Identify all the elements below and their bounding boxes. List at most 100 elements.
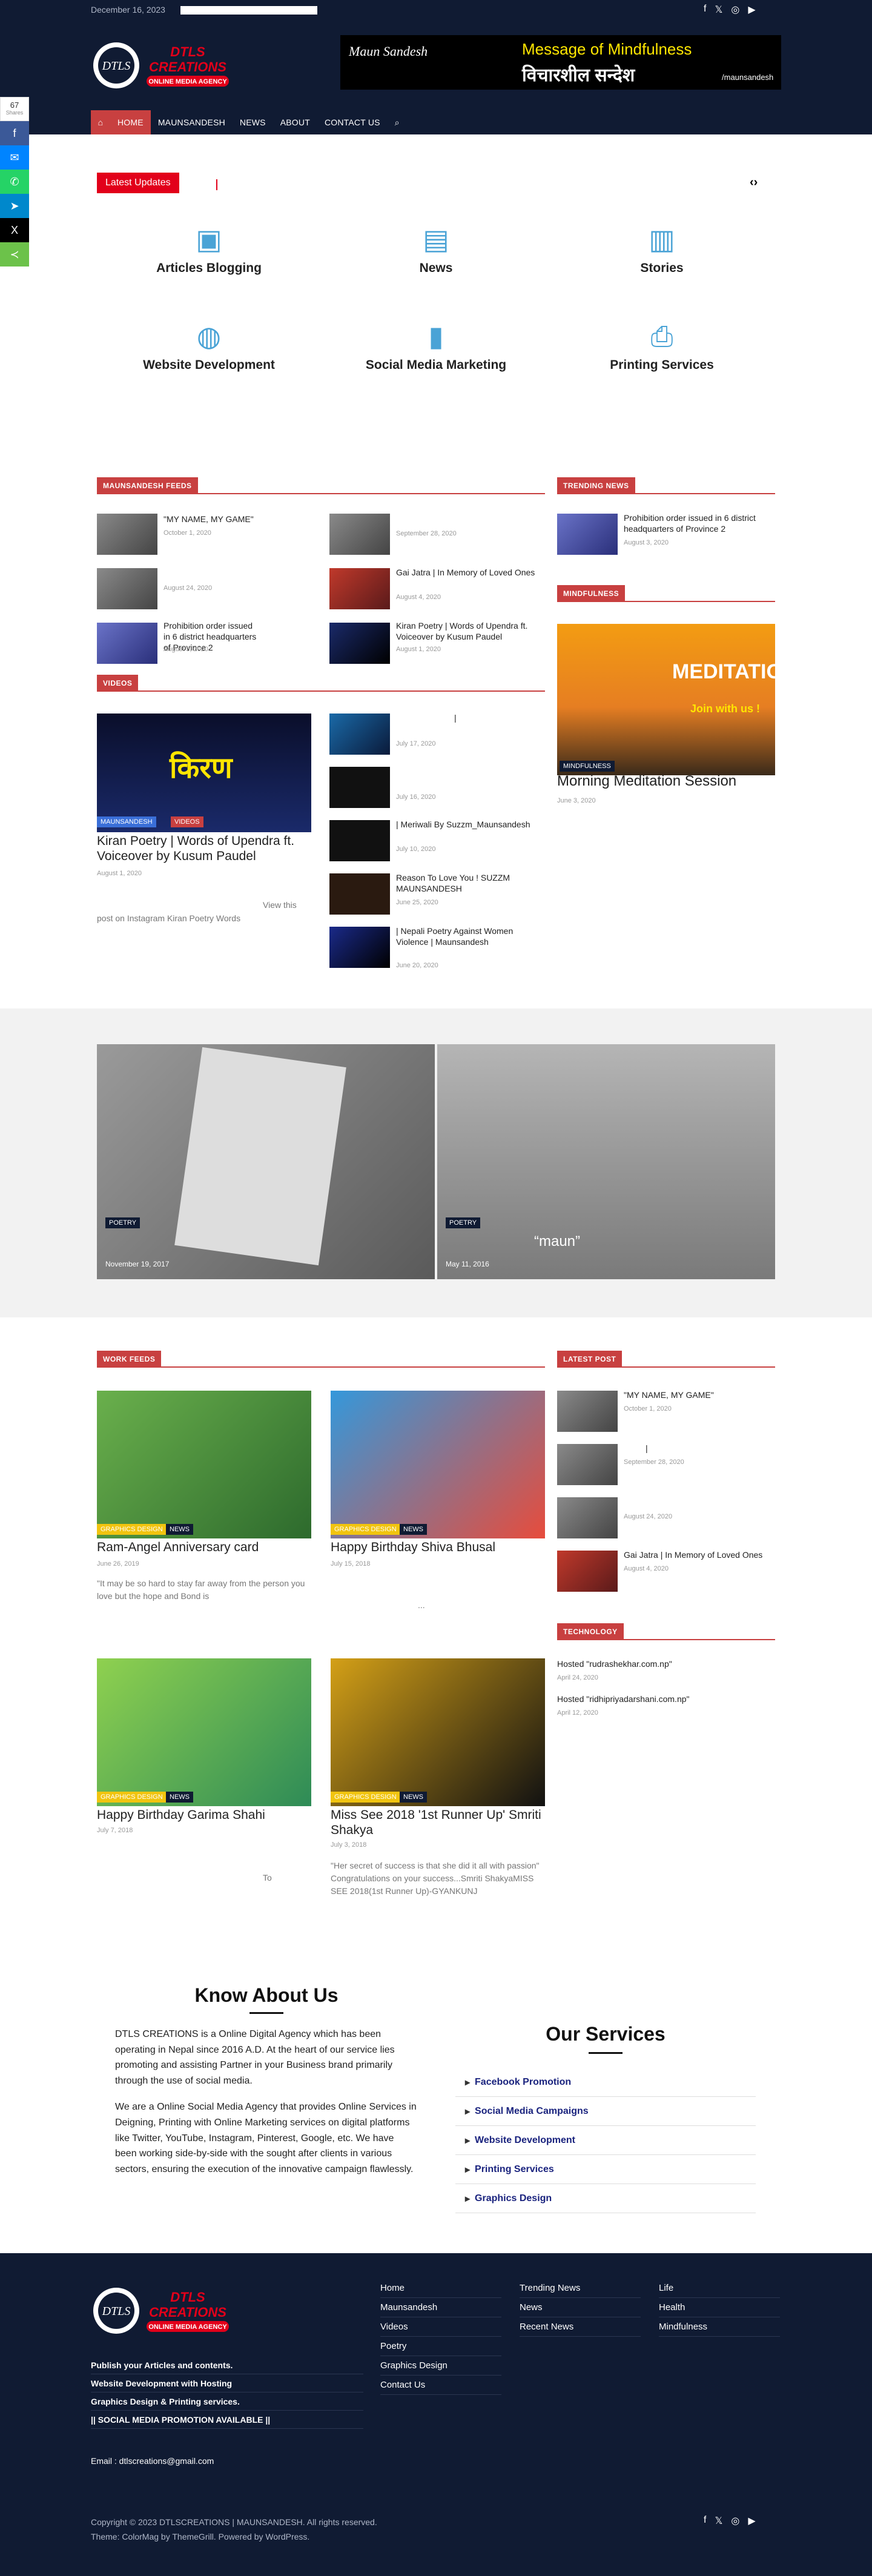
poetry-card-2[interactable]: POETRY “maun” May 11, 2016 bbox=[437, 1044, 775, 1279]
work-image-3[interactable]: GRAPHICS DESIGN NEWS bbox=[97, 1658, 311, 1806]
footer-theme[interactable]: Theme: ColorMag by ThemeGrill. Powered b… bbox=[91, 2532, 309, 2541]
work-image-2[interactable]: GRAPHICS DESIGN NEWS bbox=[331, 1391, 545, 1538]
header-banner[interactable]: Maun Sandesh Message of Mindfulness विचा… bbox=[340, 35, 781, 90]
nav-home[interactable]: HOME bbox=[110, 110, 151, 134]
footer-link[interactable]: Home bbox=[380, 2279, 501, 2298]
latest-title[interactable]: | bbox=[646, 1443, 648, 1454]
x-share-icon[interactable]: X bbox=[0, 218, 29, 242]
facebook-icon[interactable]: f bbox=[704, 2515, 706, 2527]
video-title[interactable]: | bbox=[454, 712, 457, 723]
video-thumb[interactable] bbox=[329, 927, 390, 968]
feed-title[interactable]: "MY NAME, MY GAME" bbox=[164, 514, 260, 525]
service-news[interactable]: ▤ News bbox=[354, 221, 518, 276]
service-website[interactable]: ◍ Website Development bbox=[127, 318, 291, 372]
video-thumb[interactable] bbox=[329, 873, 390, 915]
poetry-caption[interactable]: “maun” bbox=[534, 1233, 580, 1250]
feed-title[interactable]: Gai Jatra | In Memory of Loved Ones bbox=[396, 567, 541, 578]
service-link[interactable]: Website Development bbox=[455, 2126, 756, 2155]
footer-link[interactable]: Mindfulness bbox=[659, 2317, 780, 2337]
feed-thumb[interactable] bbox=[97, 623, 157, 664]
footer-link[interactable]: Recent News bbox=[520, 2317, 641, 2337]
poetry-tag[interactable]: POETRY bbox=[446, 1217, 481, 1228]
footer-logo[interactable]: DTLS DTLS CREATIONS ONLINE MEDIA AGENCY bbox=[91, 2283, 236, 2338]
tag-videos[interactable]: VIDEOS bbox=[171, 816, 203, 827]
meditation-image[interactable]: MEDITATION Join with us ! MINDFULNESS bbox=[557, 624, 798, 775]
youtube-icon[interactable]: ▶ bbox=[748, 4, 755, 16]
service-link[interactable]: Graphics Design bbox=[455, 2184, 756, 2213]
nav-maunsandesh[interactable]: MAUNSANDESH bbox=[151, 110, 233, 134]
video-title[interactable]: | Nepali Poetry Against Women Violence |… bbox=[396, 925, 541, 947]
nav-contact[interactable]: CONTACT US bbox=[317, 110, 388, 134]
work-title-1[interactable]: Ram-Angel Anniversary card bbox=[97, 1540, 311, 1555]
telegram-share-icon[interactable]: ➤ bbox=[0, 194, 29, 218]
video-thumb[interactable] bbox=[329, 714, 390, 755]
video-excerpt-b: post on Instagram Kiran Poetry Words bbox=[97, 913, 241, 923]
service-link[interactable]: Social Media Campaigns bbox=[455, 2097, 756, 2126]
youtube-icon[interactable]: ▶ bbox=[748, 2515, 755, 2527]
footer-email[interactable]: Email : dtlscreations@gmail.com bbox=[91, 2456, 214, 2466]
footer-link[interactable]: Health bbox=[659, 2298, 780, 2317]
feed-thumb[interactable] bbox=[329, 568, 390, 609]
feed-thumb[interactable] bbox=[329, 514, 390, 555]
video-thumb[interactable] bbox=[329, 820, 390, 861]
feed-thumb[interactable] bbox=[329, 623, 390, 664]
ticker-arrows-icon[interactable]: ‹› bbox=[750, 176, 758, 190]
work-title-3[interactable]: Happy Birthday Garima Shahi bbox=[97, 1807, 311, 1823]
sharethis-icon[interactable]: ≺ bbox=[0, 242, 29, 267]
messenger-share-icon[interactable]: ✉ bbox=[0, 145, 29, 170]
video-thumb[interactable] bbox=[329, 767, 390, 808]
latest-thumb[interactable] bbox=[557, 1551, 618, 1592]
video-title[interactable]: | Meriwali By Suzzm_Maunsandesh bbox=[396, 819, 541, 830]
twitter-icon[interactable]: 𝕏 bbox=[715, 4, 722, 16]
video-main-title[interactable]: Kiran Poetry | Words of Upendra ft. Voic… bbox=[97, 833, 311, 864]
poetry-tag[interactable]: POETRY bbox=[105, 1217, 140, 1228]
video-main-image[interactable]: किरण MAUNSANDESH VIDEOS bbox=[97, 714, 311, 832]
work-image-1[interactable]: GRAPHICS DESIGN NEWS bbox=[97, 1391, 311, 1538]
facebook-icon[interactable]: f bbox=[704, 4, 706, 16]
feed-thumb[interactable] bbox=[97, 568, 157, 609]
service-smm[interactable]: ▮ Social Media Marketing bbox=[354, 318, 518, 372]
trending-title[interactable]: Prohibition order issued in 6 district h… bbox=[624, 512, 775, 534]
whatsapp-share-icon[interactable]: ✆ bbox=[0, 170, 29, 194]
latest-title[interactable]: Gai Jatra | In Memory of Loved Ones bbox=[624, 1549, 775, 1560]
work-title-4[interactable]: Miss See 2018 '1st Runner Up' Smriti Sha… bbox=[331, 1807, 545, 1838]
instagram-icon[interactable]: ◎ bbox=[731, 4, 739, 16]
home-icon[interactable]: ⌂ bbox=[91, 110, 110, 134]
service-printing[interactable]: ⎙ Printing Services bbox=[580, 318, 744, 372]
facebook-share-icon[interactable]: f bbox=[0, 121, 29, 145]
instagram-icon[interactable]: ◎ bbox=[731, 2515, 739, 2527]
site-logo[interactable]: DTLS DTLS CREATIONS ONLINE MEDIA AGENCY bbox=[91, 38, 236, 93]
feed-thumb[interactable] bbox=[97, 514, 157, 555]
latest-title[interactable]: "MY NAME, MY GAME" bbox=[624, 1389, 775, 1400]
footer-link[interactable]: Videos bbox=[380, 2317, 501, 2337]
latest-thumb[interactable] bbox=[557, 1444, 618, 1485]
service-stories[interactable]: ▥ Stories bbox=[580, 221, 744, 276]
latest-thumb[interactable] bbox=[557, 1497, 618, 1538]
footer-link[interactable]: Life bbox=[659, 2279, 780, 2298]
work-title-2[interactable]: Happy Birthday Shiva Bhusal bbox=[331, 1540, 545, 1555]
trending-thumb[interactable] bbox=[557, 514, 618, 555]
footer-link[interactable]: Graphics Design bbox=[380, 2356, 501, 2376]
footer-link[interactable]: News bbox=[520, 2298, 641, 2317]
nav-about[interactable]: ABOUT bbox=[273, 110, 317, 134]
tag-maunsandesh[interactable]: MAUNSANDESH bbox=[97, 816, 156, 827]
footer-link[interactable]: Contact Us bbox=[380, 2376, 501, 2395]
mindfulness-post-title[interactable]: Morning Meditation Session bbox=[557, 773, 775, 790]
search-icon[interactable]: ⌕ bbox=[388, 110, 407, 134]
work-image-4[interactable]: GRAPHICS DESIGN NEWS bbox=[331, 1658, 545, 1806]
latest-thumb[interactable] bbox=[557, 1391, 618, 1432]
footer-link[interactable]: Trending News bbox=[520, 2279, 641, 2298]
tech-title[interactable]: Hosted "rudrashekhar.com.np" bbox=[557, 1658, 672, 1669]
poetry-card-1[interactable]: POETRY November 19, 2017 bbox=[97, 1044, 435, 1279]
footer-link[interactable]: Poetry bbox=[380, 2337, 501, 2356]
video-title[interactable]: Reason To Love You ! SUZZM MAUNSANDESH bbox=[396, 872, 541, 894]
service-link[interactable]: Facebook Promotion bbox=[455, 2068, 756, 2097]
service-link[interactable]: Printing Services bbox=[455, 2155, 756, 2184]
tech-title[interactable]: Hosted "ridhipriyadarshani.com.np" bbox=[557, 1694, 690, 1704]
twitter-icon[interactable]: 𝕏 bbox=[715, 2515, 722, 2527]
footer-link[interactable]: Maunsandesh bbox=[380, 2298, 501, 2317]
feed-title[interactable]: Kiran Poetry | Words of Upendra ft. Voic… bbox=[396, 620, 541, 642]
nav-news[interactable]: NEWS bbox=[233, 110, 273, 134]
mindfulness-tag[interactable]: MINDFULNESS bbox=[560, 761, 615, 772]
service-articles[interactable]: ▣ Articles Blogging bbox=[127, 221, 291, 276]
